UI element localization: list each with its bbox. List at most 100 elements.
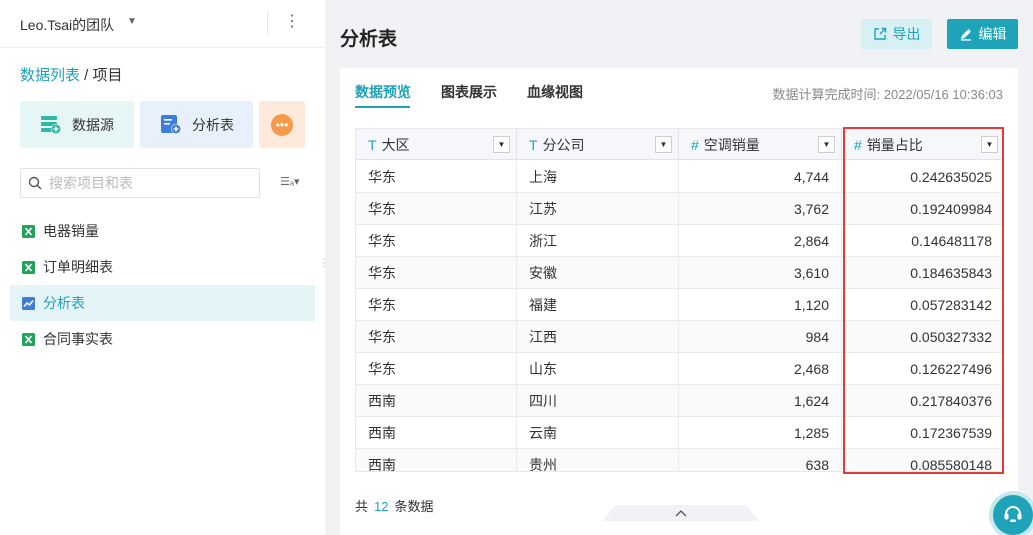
analysis-add-icon	[161, 114, 181, 134]
more-horizontal-icon: •••	[271, 113, 293, 136]
add-datasource-label: 数据源	[72, 116, 114, 133]
table-row: 华东 上海 4,744 0.242635025	[356, 161, 1002, 193]
column-header-label: 大区	[381, 136, 410, 153]
cell-sales-ratio[interactable]: 0.217840376	[842, 385, 1002, 417]
cell-branch[interactable]: 云南	[517, 417, 679, 449]
cell-sales-ratio[interactable]: 0.172367539	[842, 417, 1002, 449]
number-type-icon: #	[691, 136, 699, 153]
number-type-icon: #	[854, 136, 862, 153]
more-vertical-icon[interactable]: ⋮	[284, 12, 300, 32]
cell-sales-ratio[interactable]: 0.085580148	[842, 449, 1002, 471]
sidebar-item-label: 分析表	[43, 295, 85, 311]
calc-time-label: 数据计算完成时间:	[772, 87, 881, 102]
excel-icon	[22, 332, 35, 346]
cell-ac-sales[interactable]: 2,864	[679, 225, 842, 257]
cell-sales-ratio[interactable]: 0.146481178	[842, 225, 1002, 257]
column-header-ac-sales[interactable]: # 空调销量 ▼	[679, 129, 842, 160]
calc-time-value: 2022/05/16 10:36:03	[883, 87, 1003, 102]
dropdown-icon[interactable]: ▼	[818, 136, 835, 153]
add-more-button[interactable]: •••	[259, 101, 305, 148]
cell-branch[interactable]: 福建	[517, 289, 679, 321]
cell-branch[interactable]: 上海	[517, 161, 679, 193]
cell-region[interactable]: 华东	[356, 161, 517, 193]
cell-ac-sales[interactable]: 4,744	[679, 161, 842, 193]
analysis-chart-icon	[22, 296, 35, 310]
cell-ac-sales[interactable]: 638	[679, 449, 842, 471]
column-header-region[interactable]: T 大区 ▼	[356, 129, 517, 160]
cell-region[interactable]: 华东	[356, 353, 517, 385]
table-row: 华东 山东 2,468 0.126227496	[356, 353, 1002, 385]
excel-icon	[22, 260, 35, 274]
cell-ac-sales[interactable]: 3,610	[679, 257, 842, 289]
text-type-icon: T	[368, 136, 377, 153]
cell-branch[interactable]: 江西	[517, 321, 679, 353]
cell-branch[interactable]: 贵州	[517, 449, 679, 471]
column-header-branch[interactable]: T 分公司 ▼	[517, 129, 679, 160]
column-header-label: 空调销量	[703, 136, 760, 153]
cell-branch[interactable]: 四川	[517, 385, 679, 417]
tab-chart-view[interactable]: 图表展示	[441, 82, 497, 102]
sidebar-item-appliance-sales[interactable]: 电器销量	[10, 213, 315, 249]
breadcrumb-separator: /	[80, 67, 93, 84]
breadcrumb-parent[interactable]: 数据列表	[20, 67, 80, 84]
cell-region[interactable]: 华东	[356, 289, 517, 321]
sidebar-item-label: 电器销量	[43, 223, 99, 239]
tab-data-preview[interactable]: 数据预览	[355, 82, 411, 102]
resize-handle-icon[interactable]: ⋮	[319, 259, 329, 269]
column-header-label: 销量占比	[866, 136, 923, 153]
cell-branch[interactable]: 江苏	[517, 193, 679, 225]
cell-ac-sales[interactable]: 2,468	[679, 353, 842, 385]
cell-branch[interactable]: 浙江	[517, 225, 679, 257]
cell-ac-sales[interactable]: 984	[679, 321, 842, 353]
cell-sales-ratio[interactable]: 0.050327332	[842, 321, 1002, 353]
active-tab-indicator	[355, 106, 410, 108]
cell-sales-ratio[interactable]: 0.126227496	[842, 353, 1002, 385]
cell-sales-ratio[interactable]: 0.242635025	[842, 161, 1002, 193]
cell-ac-sales[interactable]: 1,624	[679, 385, 842, 417]
cell-region[interactable]: 华东	[356, 321, 517, 353]
team-name[interactable]: Leo.Tsai的团队	[20, 15, 114, 35]
cell-branch[interactable]: 安徽	[517, 257, 679, 289]
cell-ac-sales[interactable]: 3,762	[679, 193, 842, 225]
cell-region[interactable]: 西南	[356, 449, 517, 471]
search-input[interactable]	[49, 173, 254, 193]
table-row: 华东 浙江 2,864 0.146481178	[356, 225, 1002, 257]
export-icon	[873, 27, 886, 40]
export-label: 导出	[892, 26, 921, 42]
help-chat-button[interactable]	[993, 495, 1033, 535]
sidebar-item-analysis[interactable]: 分析表	[10, 285, 315, 321]
cell-sales-ratio[interactable]: 0.192409984	[842, 193, 1002, 225]
sidebar: Leo.Tsai的团队 ▼ ⋮ 数据列表 / 项目 数据源 分析表 ••• 搜索…	[0, 0, 329, 535]
sort-icon[interactable]: ☰ₐ▾	[280, 175, 299, 188]
chevron-up-icon	[675, 510, 687, 517]
cell-ac-sales[interactable]: 1,120	[679, 289, 842, 321]
breadcrumb-current: 项目	[92, 67, 123, 84]
cell-branch[interactable]: 山东	[517, 353, 679, 385]
cell-region[interactable]: 华东	[356, 225, 517, 257]
dropdown-icon[interactable]: ▼	[655, 136, 672, 153]
table-row: 西南 贵州 638 0.085580148	[356, 449, 1002, 471]
cell-sales-ratio[interactable]: 0.057283142	[842, 289, 1002, 321]
add-datasource-button[interactable]: 数据源	[20, 101, 134, 148]
dropdown-icon[interactable]: ▼	[981, 136, 998, 153]
caret-down-icon[interactable]: ▼	[127, 16, 137, 27]
cell-region[interactable]: 西南	[356, 385, 517, 417]
dropdown-icon[interactable]: ▼	[493, 136, 510, 153]
sidebar-item-contract-facts[interactable]: 合同事实表	[10, 321, 315, 357]
chat-support-icon	[1004, 506, 1022, 522]
column-header-sales-ratio[interactable]: # 销量占比 ▼	[842, 129, 1002, 160]
collapse-button[interactable]	[603, 505, 759, 521]
add-analysis-button[interactable]: 分析表	[140, 101, 253, 148]
cell-sales-ratio[interactable]: 0.184635843	[842, 257, 1002, 289]
column-header-label: 分公司	[542, 136, 585, 153]
sidebar-item-order-details[interactable]: 订单明细表	[10, 249, 315, 285]
search-box	[20, 168, 260, 198]
cell-region[interactable]: 华东	[356, 193, 517, 225]
tab-lineage-view[interactable]: 血缘视图	[527, 82, 583, 102]
cell-region[interactable]: 西南	[356, 417, 517, 449]
table-row: 西南 云南 1,285 0.172367539	[356, 417, 1002, 449]
edit-button[interactable]: 编辑	[947, 19, 1018, 49]
export-button[interactable]: 导出	[861, 19, 932, 49]
cell-region[interactable]: 华东	[356, 257, 517, 289]
cell-ac-sales[interactable]: 1,285	[679, 417, 842, 449]
